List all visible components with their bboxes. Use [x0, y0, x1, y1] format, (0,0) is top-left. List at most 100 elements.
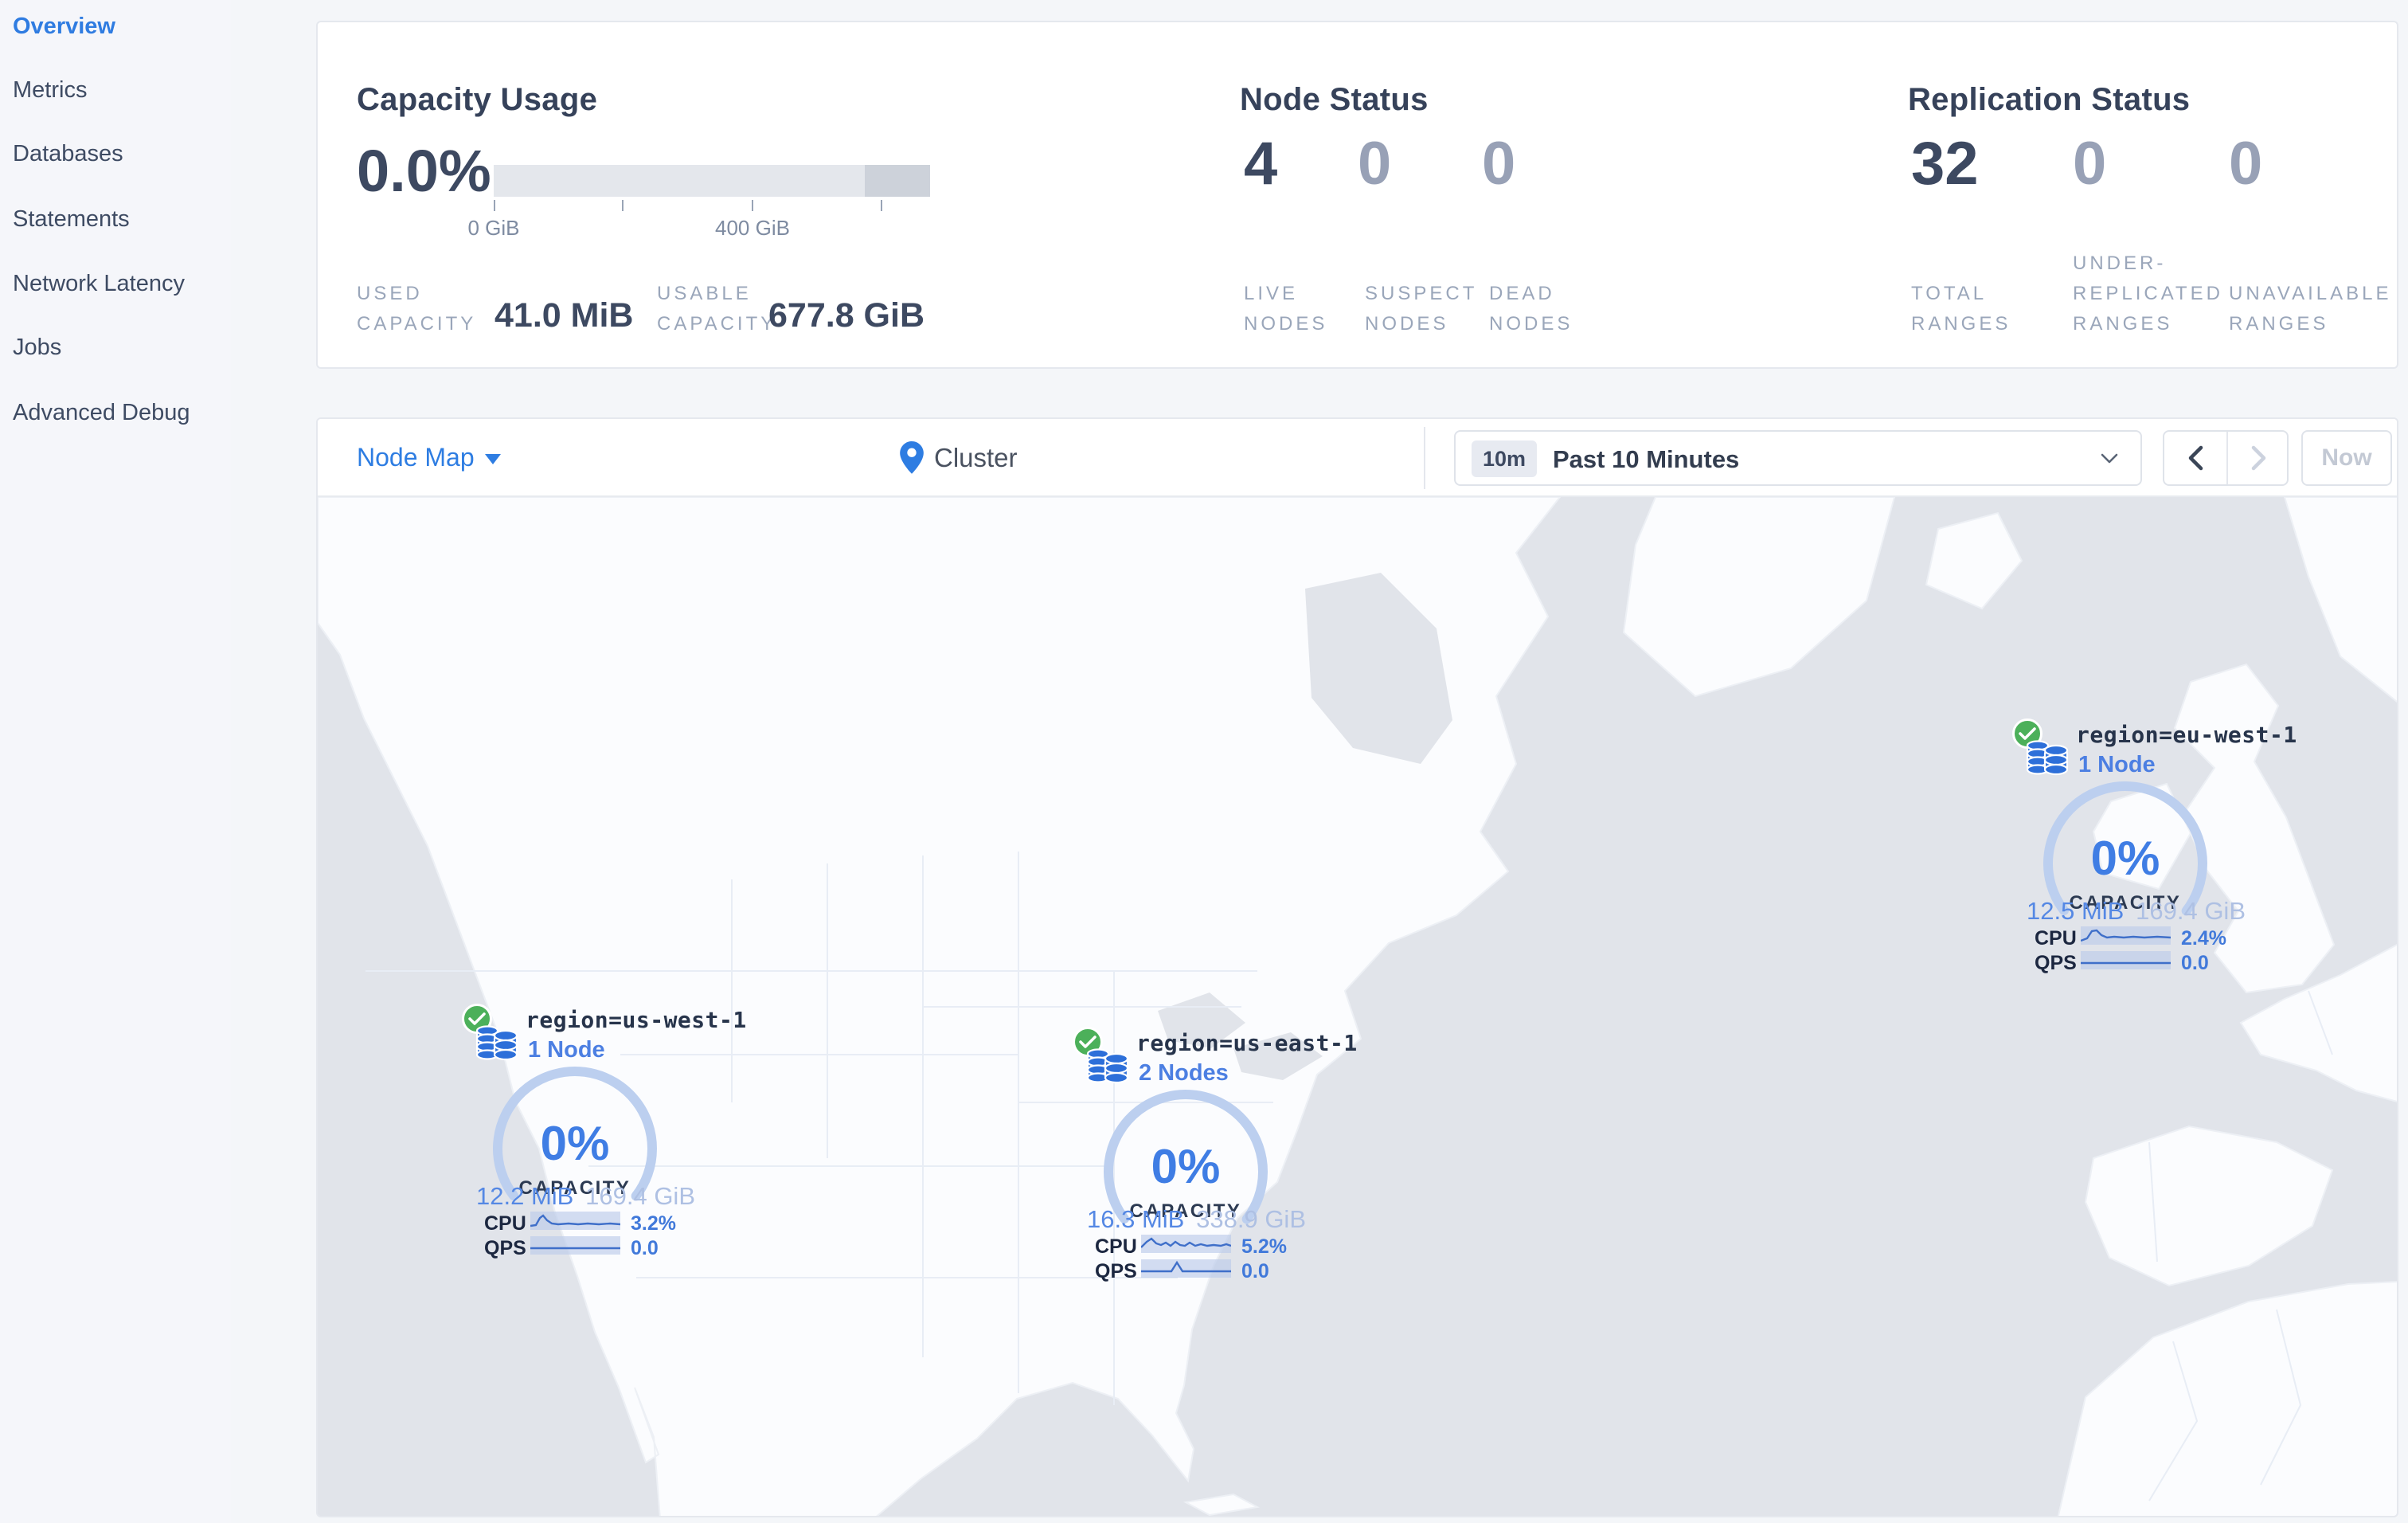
region-marker-us-west-1[interactable]: region=us-west-1 1 Node 0% CAPACITY 12.2… [462, 1004, 746, 1267]
cpu-sparkline [2081, 925, 2171, 946]
cpu-value: 5.2% [1241, 1235, 1287, 1258]
time-next-button[interactable] [2228, 432, 2290, 484]
label-line: USED [357, 283, 423, 304]
unavailable-ranges-count: 0 [2229, 130, 2263, 198]
usable-capacity-value: 677.8 GiB [768, 296, 924, 335]
node-map-card: Node Map Cluster 10m Past 10 Minutes Now… [316, 417, 2398, 1517]
time-prev-button[interactable] [2164, 432, 2226, 484]
usable-capacity-label: USABLE CAPACITY [657, 247, 776, 339]
region-used-capacity: 12.2 MiB [476, 1182, 574, 1210]
qps-sparkline [530, 1235, 620, 1256]
database-stack-icon [2026, 740, 2069, 776]
live-nodes-count: 4 [1244, 130, 1278, 198]
cpu-sparkline [1141, 1233, 1231, 1255]
label-line: RANGES [2229, 313, 2329, 335]
region-used-capacity: 12.5 MiB [2027, 897, 2125, 925]
sidebar-item-databases[interactable]: Databases [13, 141, 123, 167]
region-name: region=us-west-1 [526, 1007, 747, 1033]
qps-label: QPS [2035, 952, 2077, 974]
qps-sparkline [1141, 1258, 1231, 1279]
unavailable-ranges-label: UNAVAILABLE RANGES [2229, 247, 2392, 339]
region-used-capacity: 16.3 MiB [1087, 1205, 1185, 1233]
time-range-label: Past 10 Minutes [1553, 445, 1740, 473]
label-line: RANGES [2073, 313, 2173, 335]
region-name: region=us-east-1 [1136, 1030, 1358, 1056]
cpu-sparkline [530, 1210, 620, 1231]
qps-value: 0.0 [631, 1237, 659, 1259]
under-replicated-count: 0 [2073, 130, 2107, 198]
region-total-capacity: 169.4 GiB [2136, 897, 2246, 925]
axis-tick [881, 200, 882, 211]
label-line: NODES [1489, 313, 1573, 335]
cpu-label: CPU [1095, 1235, 1137, 1258]
cpu-label: CPU [2035, 927, 2077, 949]
sidebar: Overview Metrics Databases Statements Ne… [0, 0, 231, 1523]
cpu-value: 2.4% [2181, 927, 2226, 949]
label-line: DEAD [1489, 283, 1555, 304]
total-ranges-label: TOTAL RANGES [1911, 247, 2011, 339]
chevron-left-icon [2188, 445, 2203, 471]
toolbar-divider [1424, 427, 1425, 489]
used-capacity-label: USED CAPACITY [357, 247, 476, 339]
map-toolbar: Node Map Cluster 10m Past 10 Minutes Now [318, 419, 2397, 497]
chevron-right-icon [2251, 445, 2266, 471]
cpu-label: CPU [484, 1212, 526, 1235]
live-nodes-label: LIVE NODES [1244, 247, 1327, 339]
label-line: USABLE [657, 283, 752, 304]
database-stack-icon [1086, 1048, 1129, 1084]
time-range-dropdown[interactable]: 10m Past 10 Minutes [1454, 430, 2142, 486]
capacity-usage-title: Capacity Usage [357, 82, 598, 118]
region-node-count[interactable]: 2 Nodes [1139, 1060, 1229, 1086]
axis-tick [622, 200, 624, 211]
map-pin-icon [900, 441, 924, 474]
region-name: region=eu-west-1 [2076, 722, 2297, 748]
now-button[interactable]: Now [2301, 430, 2392, 486]
dead-nodes-label: DEAD NODES [1489, 247, 1573, 339]
qps-value: 0.0 [2181, 952, 2209, 974]
capacity-percent: 0.0% [357, 138, 491, 204]
region-node-count[interactable]: 1 Node [528, 1037, 605, 1063]
time-step-buttons [2163, 430, 2289, 486]
label-line: CAPACITY [357, 313, 477, 335]
region-node-count[interactable]: 1 Node [2078, 752, 2156, 778]
label-line: TOTAL [1911, 283, 1988, 304]
dead-nodes-count: 0 [1482, 130, 1516, 198]
database-stack-icon [475, 1025, 518, 1061]
qps-value: 0.0 [1241, 1260, 1269, 1282]
node-status-title: Node Status [1240, 82, 1429, 118]
label-line: CAPACITY [657, 313, 777, 335]
label-line: RANGES [1911, 313, 2011, 335]
region-marker-us-east-1[interactable]: region=us-east-1 2 Nodes 0% CAPACITY 16.… [1073, 1027, 1357, 1290]
view-selector[interactable]: Node Map [357, 443, 475, 472]
gauge-percent: 0% [540, 1117, 610, 1170]
time-range-badge: 10m [1472, 440, 1538, 477]
label-line: LIVE [1244, 283, 1299, 304]
sidebar-item-overview[interactable]: Overview [13, 14, 115, 40]
cluster-summary-card: Capacity Usage 0.0% 0 GiB 400 GiB USED C… [316, 21, 2398, 369]
label-line: UNAVAILABLE [2229, 283, 2392, 304]
replication-status-title: Replication Status [1908, 82, 2191, 118]
sidebar-item-statements[interactable]: Statements [13, 206, 130, 233]
cpu-value: 3.2% [631, 1212, 676, 1235]
capacity-bar-other-segment [865, 165, 930, 197]
suspect-nodes-count: 0 [1358, 130, 1392, 198]
gauge-percent: 0% [2090, 832, 2160, 885]
sidebar-item-metrics[interactable]: Metrics [13, 77, 87, 104]
sidebar-item-network-latency[interactable]: Network Latency [13, 271, 185, 297]
used-capacity-value: 41.0 MiB [494, 296, 634, 335]
chevron-down-icon [2101, 453, 2118, 464]
qps-label: QPS [484, 1237, 526, 1259]
label-line: UNDER- [2073, 253, 2167, 274]
sidebar-item-advanced-debug[interactable]: Advanced Debug [13, 400, 190, 426]
world-map[interactable]: region=us-west-1 1 Node 0% CAPACITY 12.2… [318, 496, 2397, 1516]
suspect-nodes-label: SUSPECT NODES [1365, 247, 1477, 339]
total-ranges-count: 32 [1911, 130, 1979, 198]
breadcrumb[interactable]: Cluster [934, 443, 1018, 473]
axis-tick-label: 0 GiB [467, 216, 520, 240]
axis-tick [752, 200, 753, 211]
db-console-overview-page: Overview Metrics Databases Statements Ne… [0, 0, 2408, 1523]
region-marker-eu-west-1[interactable]: region=eu-west-1 1 Node 0% CAPACITY 12.5… [2012, 718, 2297, 981]
sidebar-item-jobs[interactable]: Jobs [13, 335, 61, 361]
label-line: NODES [1365, 313, 1449, 335]
under-replicated-label: UNDER- REPLICATED RANGES [2073, 247, 2223, 339]
